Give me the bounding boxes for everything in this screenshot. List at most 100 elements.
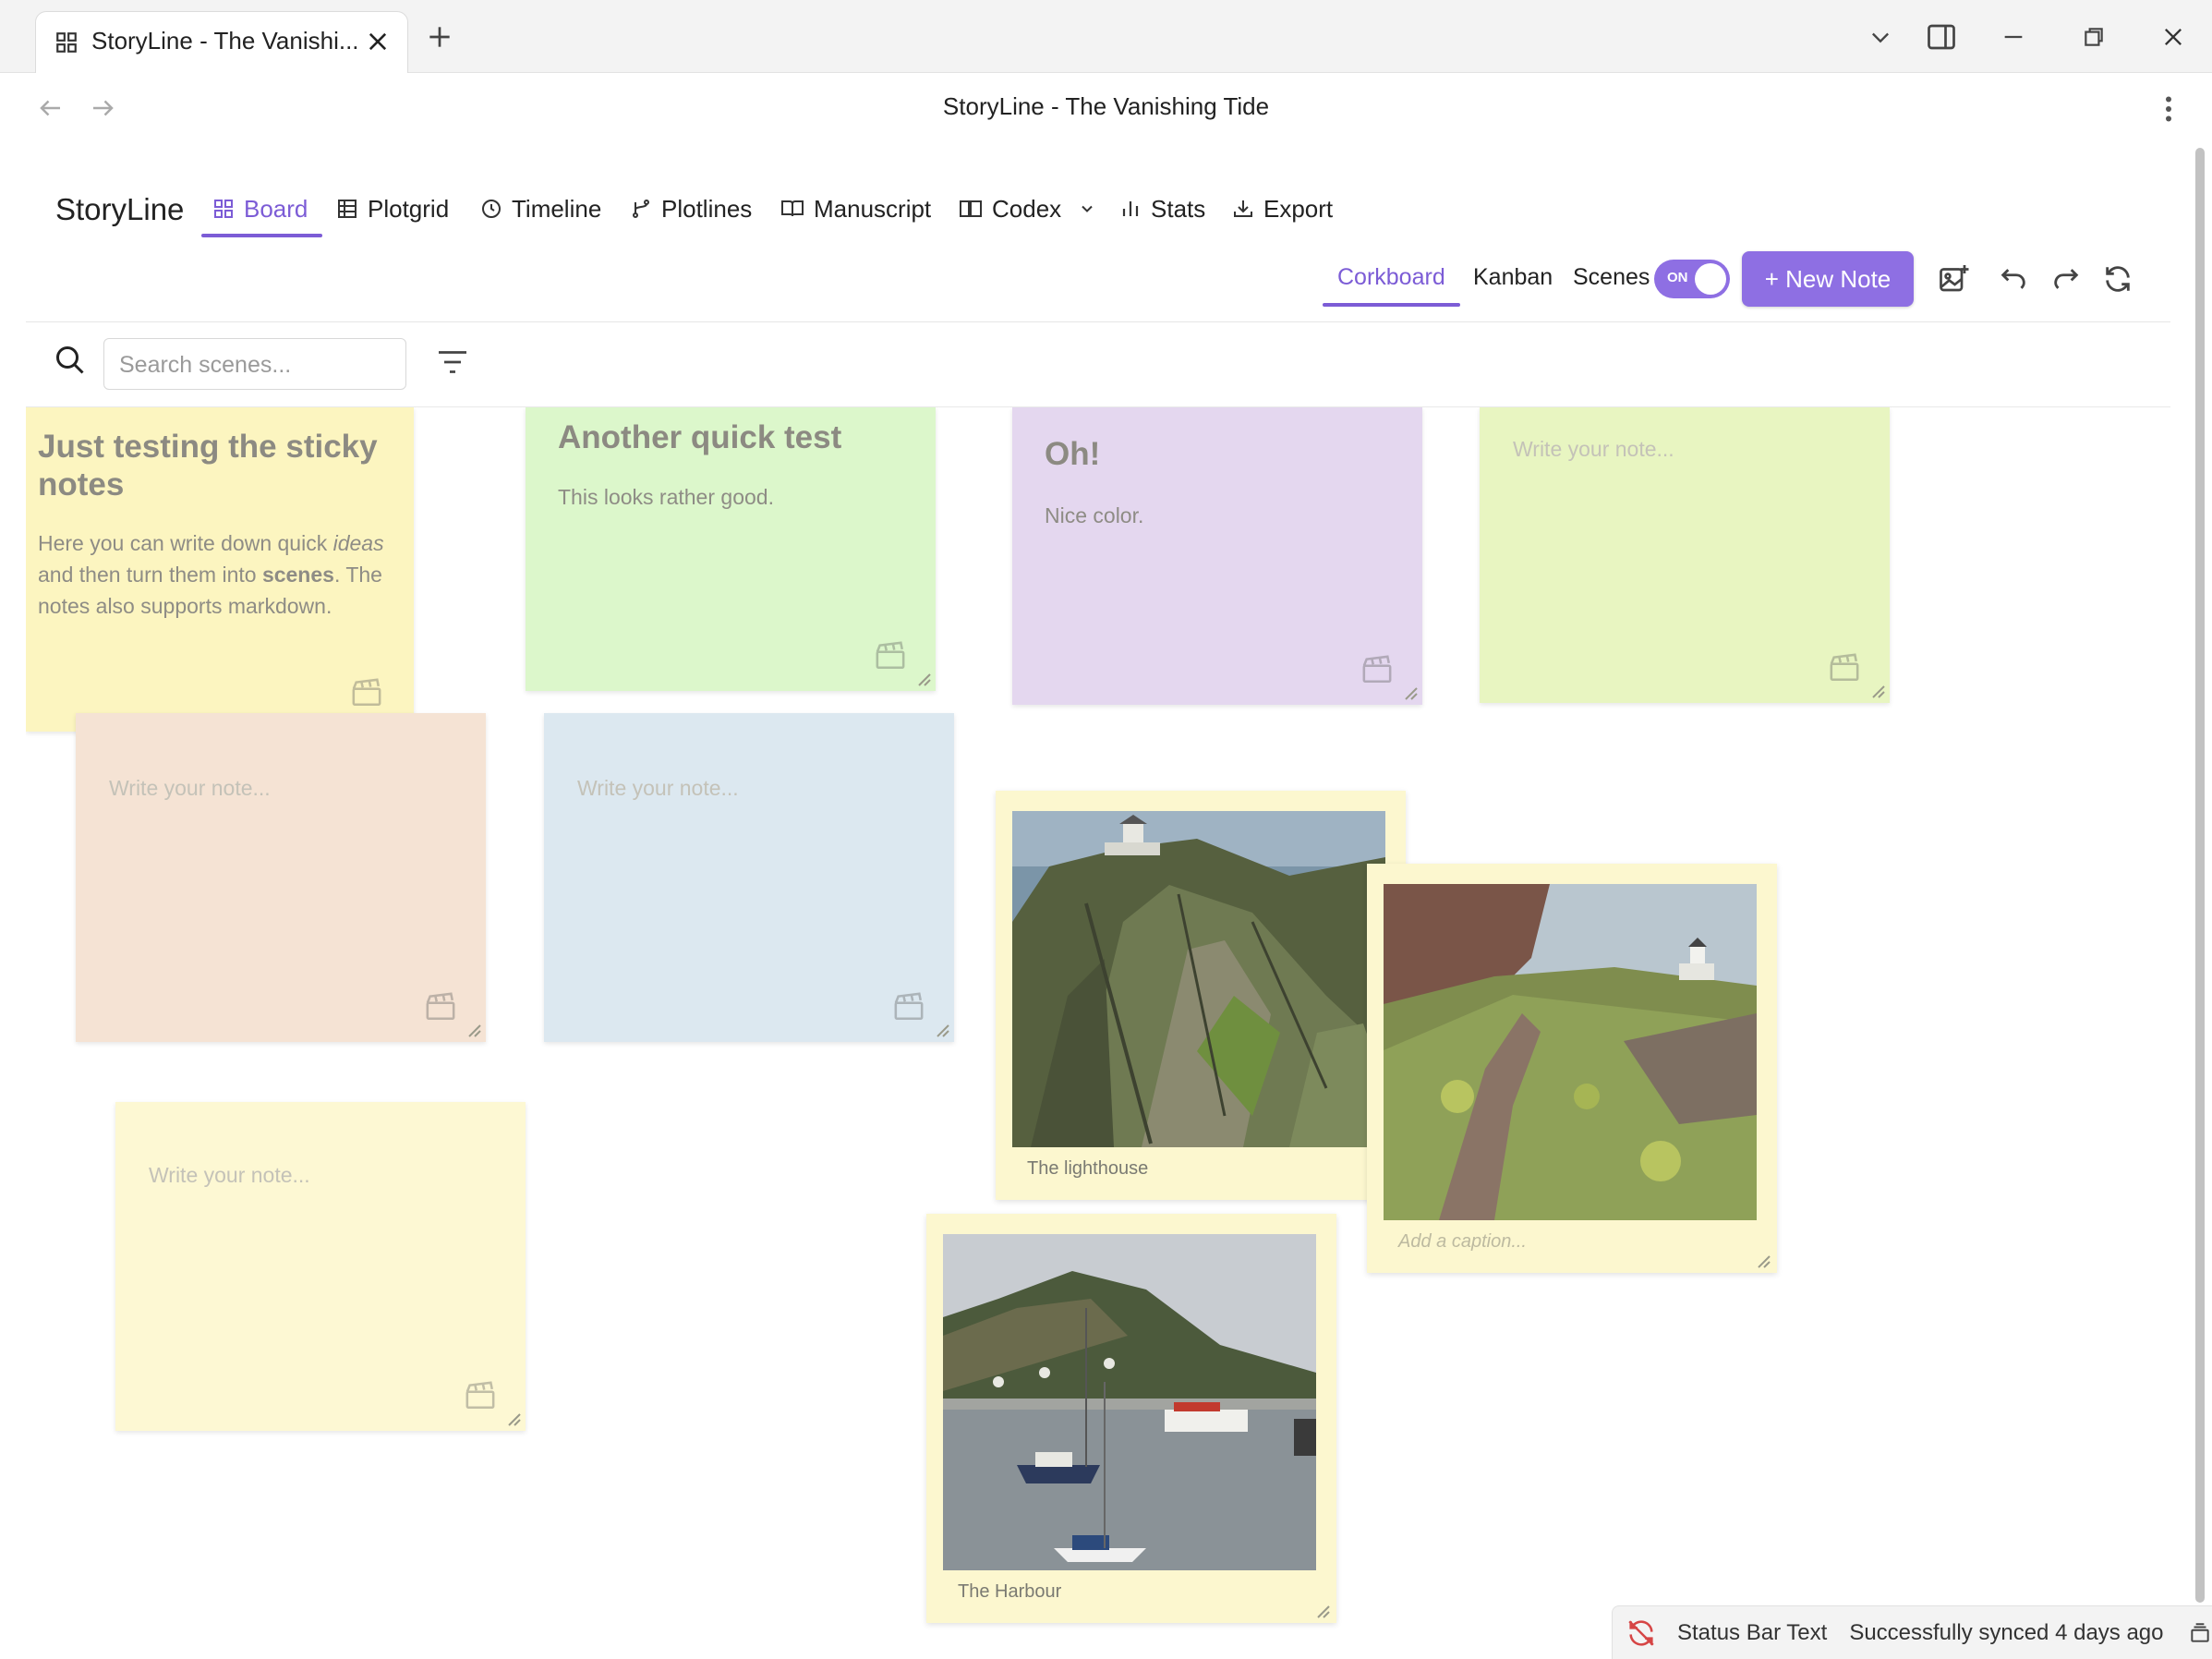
browser-tab-title: StoryLine - The Vanishi... [91, 27, 359, 54]
nav-label: Stats [1151, 194, 1206, 223]
sticky-note[interactable]: Write your note... [544, 713, 954, 1042]
close-tab-icon[interactable] [365, 29, 391, 54]
nav-board[interactable]: Board [200, 185, 323, 237]
photo-card[interactable]: The lighthouse [996, 791, 1406, 1200]
filter-icon[interactable] [436, 347, 469, 377]
tab-kanban[interactable]: Kanban [1473, 264, 1553, 291]
grid-icon [212, 198, 235, 220]
note-placeholder: Write your note... [1513, 437, 1674, 461]
photo-caption: The lighthouse [1027, 1158, 1149, 1179]
new-note-button[interactable]: + New Note [1742, 251, 1914, 307]
stack-icon[interactable] [2188, 1621, 2212, 1645]
branch-icon [630, 198, 652, 220]
clapperboard-icon[interactable] [351, 678, 382, 708]
redo-icon[interactable] [2046, 259, 2086, 299]
table-icon [336, 198, 358, 220]
photo-caption-placeholder[interactable]: Add a caption... [1398, 1231, 1527, 1253]
chevron-down-icon [1078, 200, 1096, 218]
nav-manuscript[interactable]: Manuscript [780, 185, 931, 233]
clapperboard-icon[interactable] [425, 992, 456, 1022]
note-text-italic: ideas [332, 531, 384, 555]
nav-label: Plotgrid [368, 194, 450, 223]
undo-icon[interactable] [1993, 259, 2034, 299]
cliff-path-image [1384, 884, 1757, 1220]
note-placeholder: Write your note... [109, 776, 271, 800]
clapperboard-icon[interactable] [875, 641, 906, 671]
nav-codex[interactable]: Codex [959, 185, 1096, 233]
nav-export[interactable]: Export [1232, 185, 1333, 233]
photo-card[interactable]: Add a caption... [1367, 864, 1777, 1273]
nav-plotlines[interactable]: Plotlines [630, 185, 752, 233]
resize-handle-icon[interactable] [1312, 1601, 1331, 1619]
nav-plotgrid[interactable]: Plotgrid [336, 185, 449, 233]
clapperboard-icon[interactable] [465, 1381, 496, 1411]
note-body: This looks rather good. [558, 485, 774, 509]
bar-chart-icon [1119, 198, 1142, 220]
photo-card[interactable]: The Harbour [926, 1214, 1336, 1623]
sticky-note[interactable]: Oh! Nice color. [1012, 407, 1422, 705]
clapperboard-icon[interactable] [1829, 653, 1860, 683]
minimize-icon[interactable] [1986, 9, 2041, 65]
book-icon [959, 198, 983, 220]
note-title: Oh! [1045, 436, 1101, 472]
sticky-note[interactable]: Another quick test This looks rather goo… [526, 407, 936, 691]
note-text: and then turn them into [38, 563, 262, 587]
note-text-bold: scenes [261, 563, 334, 587]
note-placeholder: Write your note... [149, 1163, 310, 1187]
note-text: Here you can write down quick [38, 531, 333, 555]
sidebar-toggle-icon[interactable] [1914, 9, 1969, 65]
restore-icon[interactable] [2066, 9, 2121, 65]
grid-icon [54, 30, 79, 54]
nav-label: Codex [992, 194, 1062, 223]
sync-status: Successfully synced 4 days ago [1849, 1619, 2164, 1645]
harbour-image [943, 1234, 1316, 1570]
note-body: Here you can write down quick ideas and … [38, 527, 384, 622]
scenes-toggle[interactable]: ON [1654, 260, 1730, 298]
search-icon[interactable] [54, 344, 87, 377]
lighthouse-rocks-image [1012, 811, 1385, 1147]
close-window-icon[interactable] [2146, 9, 2201, 65]
note-title: Another quick test [558, 419, 842, 455]
clock-icon [480, 198, 502, 220]
scenes-label: Scenes [1573, 264, 1650, 290]
resize-handle-icon[interactable] [932, 1020, 950, 1038]
resize-handle-icon[interactable] [1753, 1251, 1771, 1269]
nav-label: Manuscript [814, 194, 932, 223]
note-placeholder: Write your note... [577, 776, 739, 800]
sticky-note[interactable]: Just testing the sticky notes Here you c… [26, 407, 414, 732]
download-icon [1232, 198, 1254, 220]
add-image-icon[interactable] [1933, 259, 1974, 299]
sticky-note[interactable]: Write your note... [1480, 407, 1890, 703]
note-title: Just testing the sticky notes [38, 429, 378, 503]
app-brand: StoryLine [55, 192, 185, 226]
resize-handle-icon[interactable] [503, 1409, 522, 1427]
clapperboard-icon[interactable] [893, 992, 925, 1022]
nav-stats[interactable]: Stats [1119, 185, 1205, 233]
toggle-state: ON [1667, 270, 1688, 285]
resize-handle-icon[interactable] [1400, 683, 1419, 701]
browser-titlebar: StoryLine - The Vanishi... [0, 0, 2212, 73]
resize-handle-icon[interactable] [464, 1020, 482, 1038]
new-tab-icon[interactable] [425, 22, 454, 52]
more-options-icon[interactable] [2154, 92, 2183, 126]
toggle-knob [1695, 263, 1726, 295]
tab-list-chevron-icon[interactable] [1853, 9, 1908, 65]
resize-handle-icon[interactable] [1868, 681, 1886, 699]
clapperboard-icon[interactable] [1361, 655, 1393, 684]
nav-timeline[interactable]: Timeline [480, 185, 601, 233]
search-input[interactable]: Search scenes... [103, 338, 406, 390]
nav-label: Board [244, 194, 308, 223]
resize-handle-icon[interactable] [913, 669, 932, 687]
nav-label: Timeline [512, 194, 602, 223]
status-bar: Status Bar Text Successfully synced 4 da… [1612, 1605, 2212, 1659]
sticky-note[interactable]: Write your note... [115, 1102, 526, 1431]
browser-tab[interactable]: StoryLine - The Vanishi... [35, 11, 408, 73]
photo-caption: The Harbour [958, 1581, 1062, 1602]
nav-label: Export [1263, 194, 1334, 223]
toolbar-divider [26, 321, 2170, 322]
sync-off-icon[interactable] [1626, 1617, 1657, 1649]
vertical-scrollbar[interactable] [2195, 148, 2205, 1603]
refresh-icon[interactable] [2097, 259, 2138, 299]
sticky-note[interactable]: Write your note... [76, 713, 486, 1042]
tab-corkboard[interactable]: Corkboard [1323, 264, 1460, 307]
